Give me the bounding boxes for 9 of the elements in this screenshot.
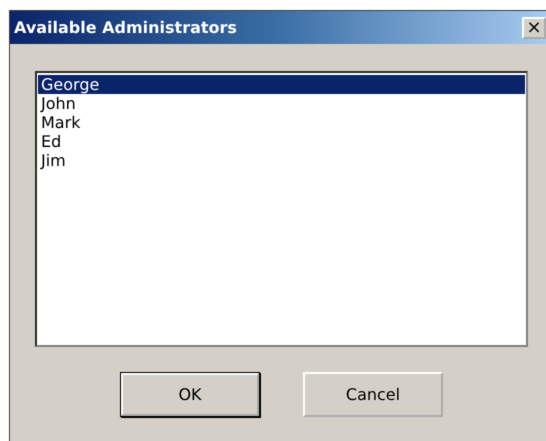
window-title: Available Administrators	[14, 18, 237, 37]
ok-button[interactable]: OK	[120, 372, 260, 417]
list-item[interactable]: George	[38, 75, 525, 94]
cancel-button[interactable]: Cancel	[303, 372, 443, 417]
list-item[interactable]: Jim	[38, 151, 525, 170]
list-item[interactable]: Mark	[38, 113, 525, 132]
list-item[interactable]: John	[38, 94, 525, 113]
list-item[interactable]: Ed	[38, 132, 525, 151]
close-button[interactable]: ×	[522, 16, 546, 38]
